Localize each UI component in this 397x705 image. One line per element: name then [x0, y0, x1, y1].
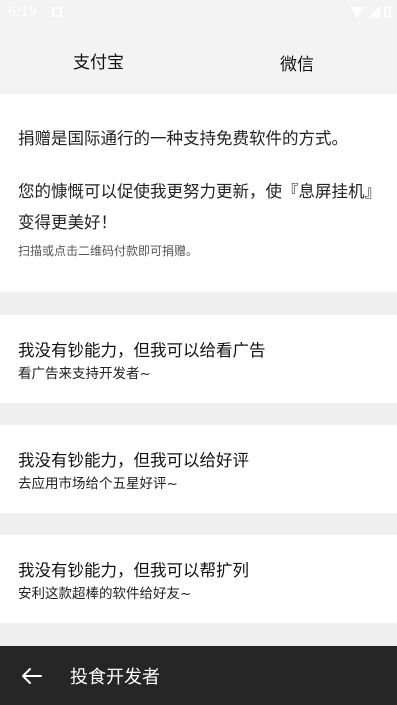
tab-wechat[interactable]: 微信 [280, 50, 314, 75]
option-rate-app[interactable]: 我没有钞能力，但我可以给好评 去应用市场给个五星好评~ [0, 425, 397, 513]
wifi-icon [350, 6, 364, 18]
option-watch-ads[interactable]: 我没有钞能力，但我可以给看广告 看广告来支持开发者~ [0, 315, 397, 403]
qr-hint: 扫描或点击二维码付款即可捐赠。 [18, 244, 199, 258]
arrow-back-icon[interactable] [20, 666, 42, 686]
bottom-app-bar: 投食开发者 [0, 646, 397, 705]
status-time: 6:19 [8, 5, 38, 20]
option-subtitle: 看广告来支持开发者~ [18, 366, 151, 382]
notification-icon [52, 7, 62, 17]
option-share-app[interactable]: 我没有钞能力，但我可以帮扩列 安利这款超棒的软件给好友~ [0, 535, 397, 623]
option-title: 我没有钞能力，但我可以给看广告 [18, 341, 266, 360]
payment-tabs: 支付宝 微信 [0, 26, 397, 94]
option-title: 我没有钞能力，但我可以帮扩列 [18, 561, 249, 580]
intro-text-1: 捐赠是国际通行的一种支持免费软件的方式。 [18, 129, 348, 148]
page-title: 投食开发者 [70, 667, 160, 688]
option-subtitle: 去应用市场给个五星好评~ [18, 476, 178, 492]
signal-icon [368, 6, 380, 18]
donation-intro: 捐赠是国际通行的一种支持免费软件的方式。 您的慷慨可以促使我更努力更新，使『息屏… [0, 94, 397, 292]
intro-text-2: 您的慷慨可以促使我更努力更新，使『息屏挂机』变得更美好！ [18, 182, 381, 232]
status-icons [350, 6, 391, 18]
option-subtitle: 安利这款超棒的软件给好友~ [18, 586, 192, 602]
status-bar: 6:19 [0, 0, 397, 26]
tab-alipay[interactable]: 支付宝 [73, 48, 124, 73]
battery-icon [384, 6, 391, 18]
option-title: 我没有钞能力，但我可以给好评 [18, 451, 249, 470]
